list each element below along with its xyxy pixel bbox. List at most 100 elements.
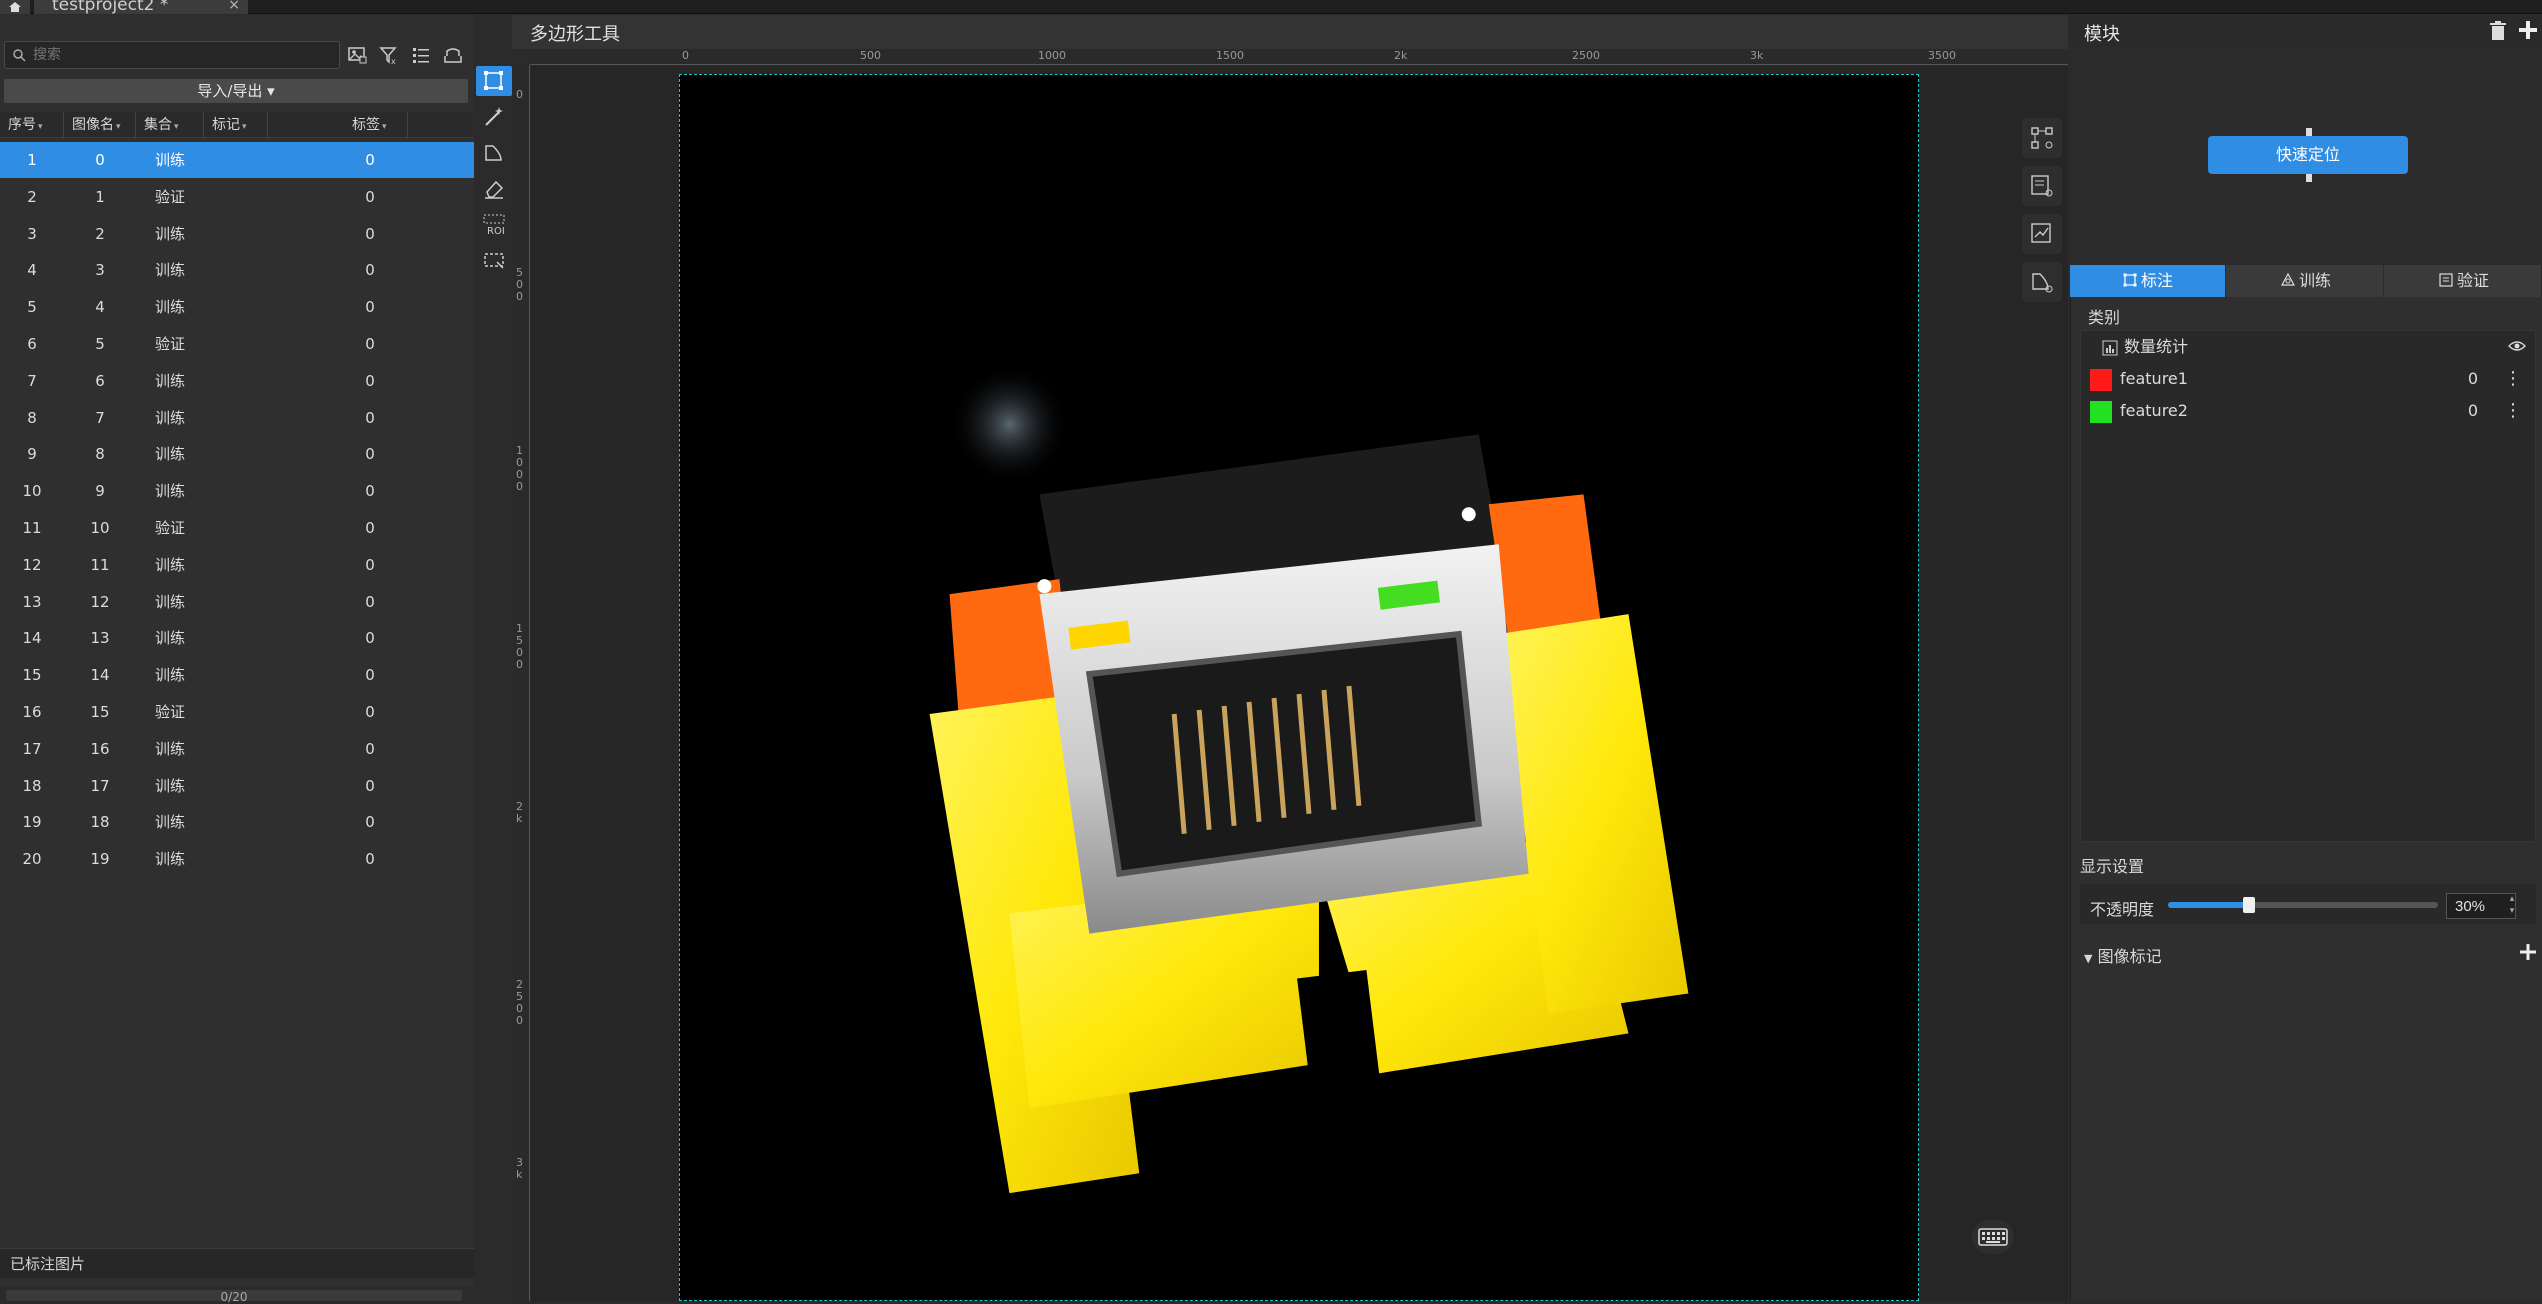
- table-row[interactable]: 2 1 验证 0: [0, 179, 474, 215]
- column-header-mark[interactable]: 标记 ▾: [204, 112, 268, 138]
- label-view-button[interactable]: [2022, 166, 2062, 206]
- table-row[interactable]: 6 5 验证 0: [0, 326, 474, 362]
- module-input-port[interactable]: [2306, 128, 2312, 136]
- tab-project[interactable]: testproject2 * ×: [34, 0, 248, 14]
- brush-tool-button[interactable]: [476, 138, 512, 168]
- cell-name: 16: [90, 739, 110, 758]
- mask-view-button[interactable]: [2022, 262, 2062, 302]
- ruler-left-tick: 500: [516, 266, 523, 303]
- cell-set: 训练: [154, 850, 185, 869]
- category-color-swatch[interactable]: [2090, 369, 2112, 391]
- filter-icon[interactable]: x: [376, 42, 402, 68]
- eye-icon[interactable]: [2508, 339, 2526, 353]
- image-marks-section[interactable]: ▼ 图像标记: [2084, 943, 2162, 967]
- category-count: 0: [2467, 401, 2478, 420]
- table-row[interactable]: 17 16 训练 0: [0, 731, 474, 767]
- list-view-icon[interactable]: [408, 42, 434, 68]
- table-row[interactable]: 4 3 训练 0: [0, 252, 474, 288]
- cell-label: 0: [365, 592, 375, 611]
- result-view-button[interactable]: [2022, 214, 2062, 254]
- table-row[interactable]: 19 18 训练 0: [0, 804, 474, 840]
- table-row[interactable]: 14 13 训练 0: [0, 620, 474, 656]
- node-view-icon: [2031, 127, 2053, 149]
- category-name: feature2: [2120, 401, 2188, 420]
- image-filter-icon[interactable]: [344, 42, 370, 68]
- table-row[interactable]: 3 2 训练 0: [0, 216, 474, 252]
- cell-set: 训练: [154, 224, 185, 243]
- collapse-caret-icon: ▼: [2084, 952, 2093, 965]
- more-options-icon[interactable]: ⋮: [2504, 395, 2522, 427]
- home-button[interactable]: [0, 0, 30, 14]
- add-module-icon[interactable]: [2516, 18, 2540, 42]
- table-row[interactable]: 16 15 验证 0: [0, 694, 474, 730]
- cell-label: 0: [365, 187, 375, 206]
- column-header-name[interactable]: 图像名 ▾: [64, 112, 136, 138]
- tab-validate[interactable]: 验证: [2386, 265, 2542, 297]
- add-mark-icon[interactable]: [2518, 942, 2538, 962]
- ruler-left: 0 500 1000 1500 2k 2500 3k: [514, 65, 530, 1301]
- more-options-icon[interactable]: ⋮: [2504, 363, 2522, 395]
- dataset-icon[interactable]: [440, 42, 466, 68]
- column-header-index[interactable]: 序号 ▾: [0, 112, 64, 138]
- module-output-port[interactable]: [2306, 174, 2312, 182]
- cell-set: 训练: [154, 666, 185, 685]
- tab-bar: [0, 0, 2542, 14]
- ruler-top-tick: 500: [860, 49, 881, 62]
- polygon-icon: [484, 71, 503, 90]
- magic-wand-tool-button[interactable]: [476, 102, 512, 132]
- opacity-label: 不透明度: [2090, 900, 2155, 919]
- table-row[interactable]: 10 9 训练 0: [0, 473, 474, 509]
- cell-set: 训练: [154, 151, 185, 169]
- cell-set: 训练: [154, 482, 185, 501]
- tab-annotate[interactable]: 标注: [2070, 265, 2226, 297]
- table-row[interactable]: 5 4 训练 0: [0, 289, 474, 325]
- roi-tool-button[interactable]: ROI: [476, 210, 512, 240]
- ruler-top-tick: 2k: [1394, 49, 1408, 62]
- category-color-swatch[interactable]: [2090, 401, 2112, 423]
- table-row[interactable]: 20 19 训练 0: [0, 841, 474, 877]
- column-header-label[interactable]: 标签 ▾: [268, 112, 408, 138]
- table-row[interactable]: 13 12 训练 0: [0, 584, 474, 620]
- eraser-tool-button[interactable]: [476, 174, 512, 204]
- node-view-button[interactable]: [2022, 118, 2062, 158]
- cell-set: 训练: [154, 445, 185, 464]
- table-row[interactable]: 11 10 验证 0: [0, 510, 474, 546]
- category-row[interactable]: feature2 0 ⋮: [2082, 395, 2534, 427]
- close-tab-icon[interactable]: ×: [228, 0, 240, 12]
- opacity-slider-fill: [2168, 902, 2249, 908]
- table-row[interactable]: 8 7 训练 0: [0, 400, 474, 436]
- cell-name: 10: [90, 519, 110, 537]
- cell-set: 训练: [154, 298, 185, 317]
- table-row[interactable]: 1 0 训练 0: [0, 142, 474, 178]
- import-export-button[interactable]: 导入/导出 ▾: [4, 79, 468, 103]
- cell-label: 0: [365, 335, 375, 353]
- cell-name: 3: [95, 261, 105, 280]
- annotated-images-pager: 0/20: [0, 1286, 474, 1304]
- image-viewport[interactable]: [679, 74, 1919, 1301]
- search-input[interactable]: [4, 41, 340, 69]
- keyboard-shortcuts-button[interactable]: [1972, 1220, 2014, 1254]
- cell-index: 14: [22, 629, 42, 648]
- table-row[interactable]: 15 14 训练 0: [0, 657, 474, 693]
- quick-locate-module[interactable]: 快速定位: [2208, 136, 2408, 174]
- brush-icon: [485, 145, 502, 161]
- stats-row[interactable]: 数量统计: [2082, 331, 2534, 363]
- table-row[interactable]: 18 17 训练 0: [0, 768, 474, 804]
- opacity-spinner[interactable]: ▴ ▾: [2504, 893, 2520, 919]
- opacity-slider-thumb[interactable]: [2243, 897, 2255, 913]
- cell-set: 训练: [154, 261, 185, 280]
- trash-icon[interactable]: [2488, 20, 2508, 42]
- column-header-set[interactable]: 集合 ▾: [136, 112, 204, 138]
- cell-index: 7: [27, 371, 37, 390]
- table-row[interactable]: 12 11 训练 0: [0, 547, 474, 583]
- table-row[interactable]: 9 8 训练 0: [0, 436, 474, 472]
- table-row[interactable]: 7 6 训练 0: [0, 363, 474, 399]
- region-tool-button[interactable]: [476, 246, 512, 276]
- category-row[interactable]: feature1 0 ⋮: [2082, 363, 2534, 395]
- cell-label: 0: [365, 519, 375, 537]
- cell-index: 16: [22, 703, 42, 721]
- tab-train[interactable]: 训练: [2228, 265, 2384, 297]
- polygon-tool-button[interactable]: [476, 66, 512, 96]
- ruler-top-tick: 1500: [1216, 49, 1244, 62]
- cell-name: 7: [95, 408, 105, 427]
